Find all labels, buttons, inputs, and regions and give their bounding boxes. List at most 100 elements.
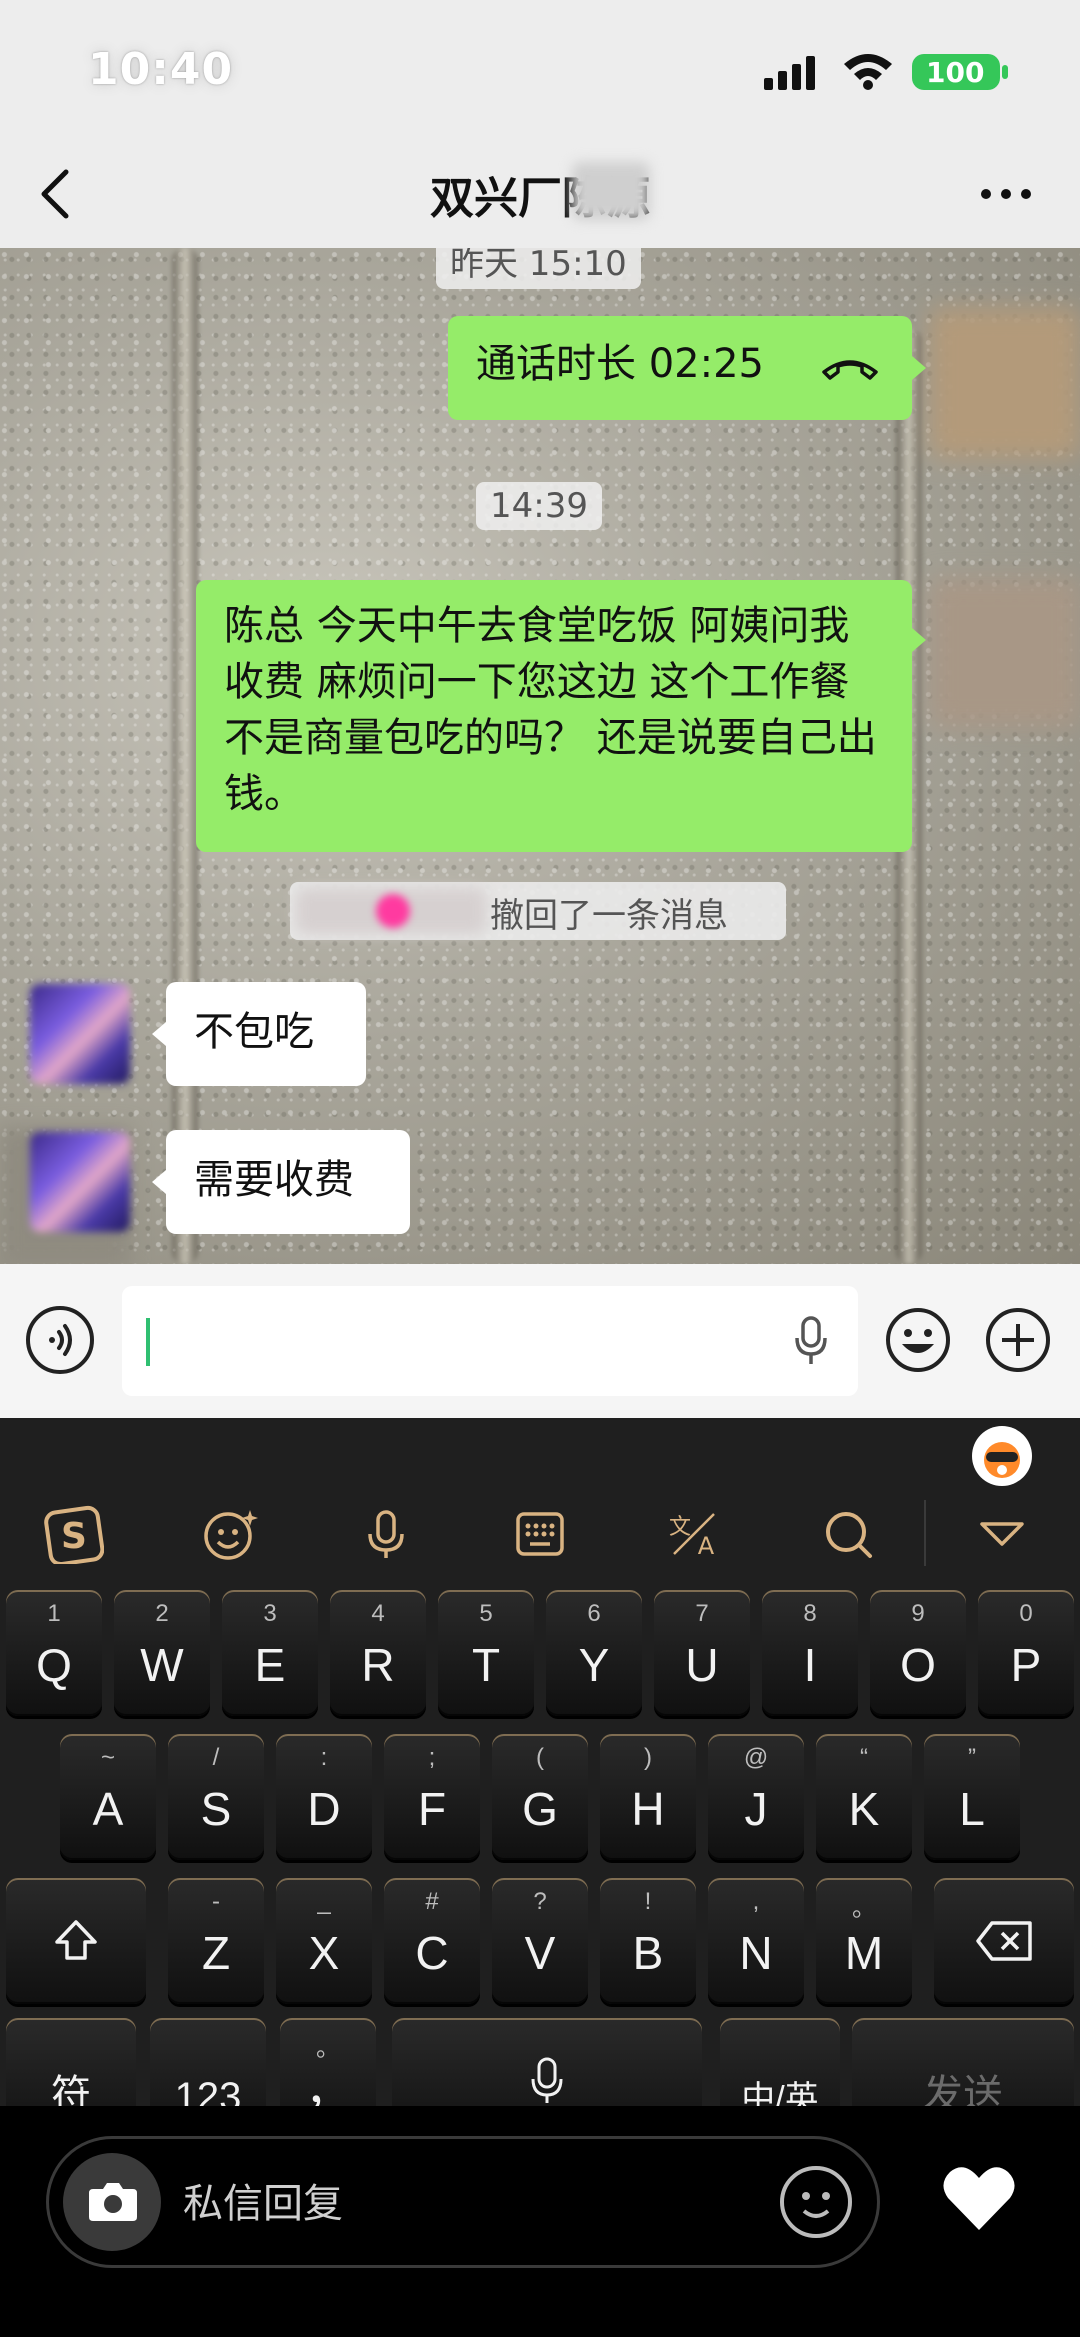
camera-button[interactable] (63, 2153, 161, 2251)
svg-text:S: S (61, 1516, 87, 1557)
punctuation-key-label: ， (305, 2064, 351, 2106)
key-w[interactable]: 2W (114, 1590, 210, 1716)
key-label: U (685, 1639, 719, 1691)
key-sub-label: ? (533, 1888, 547, 1915)
key-g[interactable]: (G (492, 1734, 588, 1860)
key-f[interactable]: ; F (384, 1734, 480, 1860)
wifi-icon (844, 54, 892, 90)
key-a[interactable]: ~ A (60, 1734, 156, 1860)
key-sub-label: : (320, 1744, 328, 1771)
key-n[interactable]: ,N (708, 1878, 804, 2004)
key-p[interactable]: 0P (978, 1590, 1074, 1716)
key-label: S (200, 1783, 232, 1835)
key-sub-label: ) (644, 1744, 652, 1771)
key-sub-label: ( (536, 1744, 544, 1771)
voice-wave-icon (49, 1324, 72, 1356)
sogou-logo-icon[interactable]: S (44, 1504, 104, 1564)
space-key[interactable] (392, 2018, 702, 2106)
number-key[interactable]: 123 (150, 2018, 266, 2106)
battery-level: 100 (926, 56, 985, 89)
chat-title: 双兴厂陈源 (430, 173, 650, 224)
toolbar-divider (924, 1500, 926, 1566)
punctuation-key[interactable]: 。 ， (280, 2018, 376, 2106)
private-reply-input[interactable]: 私信回复 (46, 2136, 880, 2268)
voice-mode-button[interactable] (26, 1306, 94, 1374)
text-caret (146, 1318, 150, 1366)
bubble-tail (152, 1170, 166, 1194)
key-label: I (803, 1639, 817, 1691)
key-k[interactable]: “K (816, 1734, 912, 1860)
key-v[interactable]: ? V (492, 1878, 588, 2004)
bubble-tail (912, 628, 926, 652)
contact-avatar[interactable] (30, 1132, 130, 1232)
microphone-icon[interactable] (794, 1316, 828, 1366)
key-label: G (522, 1783, 558, 1835)
ime-keyboard: S 文 A 1Q2W3E4R5T6Y7U8I9O0P ~ A / S: D; F(G) H @… (0, 1418, 1080, 2106)
key-label: N (739, 1927, 773, 1979)
key-c[interactable]: # C (384, 1878, 480, 2004)
key-label: B (632, 1927, 664, 1979)
shift-key[interactable] (6, 1878, 146, 2004)
key-sub-label: - (212, 1888, 220, 1915)
message-text-input[interactable] (122, 1286, 858, 1396)
key-l[interactable]: ” L (924, 1734, 1020, 1860)
key-d[interactable]: :D (276, 1734, 372, 1860)
key-h[interactable]: ) H (600, 1734, 696, 1860)
backspace-icon (976, 1921, 1032, 1961)
key-label: R (361, 1639, 395, 1691)
key-q[interactable]: 1Q (6, 1590, 102, 1716)
received-message-bubble[interactable]: 需要收费 (166, 1130, 410, 1234)
key-m[interactable]: 。 M (816, 1878, 912, 2004)
key-b[interactable]: ! B (600, 1878, 696, 2004)
sent-message-bubble[interactable]: 陈总 今天中午去食堂吃饭 阿姨问我收费 麻烦问一下您这边 这个工作餐不是商量包吃… (196, 580, 912, 852)
send-key-label: 发送 (923, 2073, 1003, 2106)
key-label: L (959, 1783, 985, 1835)
language-switch-key[interactable]: 中/英 (720, 2018, 840, 2106)
call-record-bubble[interactable]: 通话时长 02:25 (448, 316, 912, 420)
more-functions-button[interactable] (984, 1306, 1052, 1374)
blurred-avatar-right (930, 308, 1080, 458)
symbol-key[interactable]: 符 (6, 2018, 136, 2106)
key-label: C (415, 1927, 449, 1979)
search-icon[interactable] (818, 1504, 878, 1564)
contact-avatar[interactable] (30, 984, 130, 1084)
key-y[interactable]: 6Y (546, 1590, 642, 1716)
key-z[interactable]: -Z (168, 1878, 264, 2004)
key-sub-label: _ (317, 1888, 331, 1915)
emoji-panel-icon[interactable] (200, 1504, 260, 1564)
key-sub-label: 5 (479, 1600, 493, 1627)
key-sub-label: 3 (263, 1600, 277, 1627)
backspace-key[interactable] (934, 1878, 1074, 2004)
reply-emoji-icon[interactable] (777, 2163, 855, 2241)
key-t[interactable]: 5T (438, 1590, 534, 1716)
message-input-bar (0, 1264, 1080, 1418)
bubble-tail (912, 356, 926, 380)
key-j[interactable]: @ J (708, 1734, 804, 1860)
more-options-button[interactable] (976, 176, 1036, 212)
voice-input-icon[interactable] (356, 1504, 416, 1564)
keyboard-layout-icon[interactable] (510, 1504, 570, 1564)
key-label: X (308, 1927, 340, 1979)
chat-message-area[interactable]: 昨天 15:10 通话时长 02:25 14:39 陈总 今天中午去食堂吃饭 阿… (0, 248, 1080, 1264)
key-label: P (1010, 1639, 1042, 1691)
call-duration-text: 通话时长 02:25 (476, 341, 764, 387)
emoji-button[interactable] (884, 1306, 952, 1374)
translate-icon[interactable]: 文 A (664, 1504, 724, 1564)
key-u[interactable]: 7U (654, 1590, 750, 1716)
key-x[interactable]: _ X (276, 1878, 372, 2004)
collapse-keyboard-icon[interactable] (972, 1504, 1032, 1564)
key-label: D (307, 1783, 341, 1835)
key-o[interactable]: 9O (870, 1590, 966, 1716)
symbol-key-label: 符 (51, 2073, 91, 2106)
send-key[interactable]: 发送 (852, 2018, 1074, 2106)
key-s[interactable]: / S (168, 1734, 264, 1860)
chat-header: 双兴厂陈源 (0, 140, 1080, 248)
received-message-bubble[interactable]: 不包吃 (166, 982, 366, 1086)
key-sub-label: ~ (100, 1744, 115, 1771)
shift-arrow-icon (55, 1920, 97, 1960)
key-e[interactable]: 3E (222, 1590, 318, 1716)
keyboard-mascot-icon[interactable] (972, 1426, 1032, 1486)
heart-like-button[interactable] (940, 2162, 1018, 2234)
key-i[interactable]: 8I (762, 1590, 858, 1716)
key-r[interactable]: 4R (330, 1590, 426, 1716)
